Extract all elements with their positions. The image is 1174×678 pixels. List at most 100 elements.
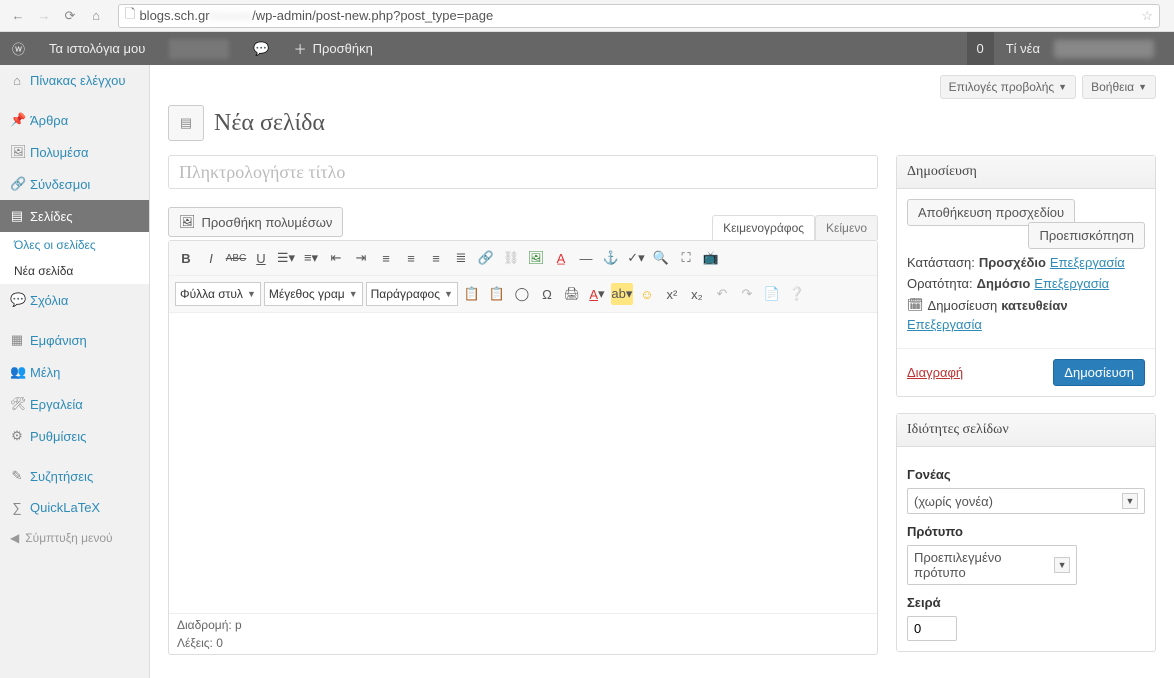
trash-link[interactable]: Διαγραφή (907, 365, 963, 380)
bookmark-star-icon[interactable]: ☆ (1141, 8, 1153, 24)
title-input[interactable] (168, 155, 878, 189)
site-name-blurred[interactable] (157, 32, 241, 65)
media-icon: 🖼 (10, 144, 24, 160)
video-button[interactable]: 📺 (700, 247, 722, 269)
wp-more-button[interactable]: 📄 (761, 283, 783, 305)
preview-button[interactable]: Προεπισκόπηση (1028, 222, 1145, 249)
edit-status-link[interactable]: Επεξεργασία (1050, 255, 1125, 270)
my-blogs[interactable]: Τα ιστολόγια μου (37, 32, 157, 65)
forward-icon[interactable]: → (34, 6, 54, 26)
chevron-down-icon: ▼ (1058, 82, 1067, 92)
editor: B I ABC U ☰▾ ≡▾ ⇤ ⇥ ≡ ≡ ≡ ≣ 🔗 ⛓ (168, 240, 878, 655)
sub-button[interactable]: x₂ (686, 283, 708, 305)
parent-select[interactable]: (χωρίς γονέα)▼ (907, 488, 1145, 514)
editor-body[interactable] (169, 313, 877, 613)
reload-icon[interactable]: ⟳ (60, 6, 80, 26)
help-button[interactable]: Βοήθεια▼ (1082, 75, 1156, 99)
screen-options-button[interactable]: Επιλογές προβολής▼ (940, 75, 1076, 99)
paste-text-button[interactable]: 📋 (486, 283, 508, 305)
status-value: Προσχέδιο (979, 255, 1046, 270)
undo-button[interactable]: ↶ (711, 283, 733, 305)
collapse-menu[interactable]: ◀Σύμπτυξη μενού (0, 523, 149, 553)
menu-media[interactable]: 🖼Πολυμέσα (0, 136, 149, 168)
menu-links[interactable]: 🔗Σύνδεσμοι (0, 168, 149, 200)
charmap-button[interactable]: Ω (536, 283, 558, 305)
underline-button[interactable]: U (250, 247, 272, 269)
print-button[interactable]: 🖨 (561, 283, 583, 305)
menu-users[interactable]: 👥Μέλη (0, 356, 149, 388)
style-select[interactable]: Φύλλα στυλ▼ (175, 282, 261, 306)
menu-pages[interactable]: ▤Σελίδες (0, 200, 149, 232)
menu-posts[interactable]: 📌Άρθρα (0, 104, 149, 136)
redo-button[interactable]: ↷ (736, 283, 758, 305)
spellcheck-button[interactable]: ✓▾ (625, 247, 647, 269)
comments-icon[interactable]: 💬 (241, 32, 281, 65)
number-list-button[interactable]: ≡▾ (300, 247, 322, 269)
align-right-button[interactable]: ≡ (425, 247, 447, 269)
publish-title: Δημοσίευση (897, 156, 1155, 189)
parent-label: Γονέας (907, 467, 1145, 482)
strike-button[interactable]: ABC (225, 247, 247, 269)
page-attributes-box: Ιδιότητες σελίδων Γονέας (χωρίς γονέα)▼ … (896, 413, 1156, 652)
tab-visual[interactable]: Κειμενογράφος (712, 215, 815, 240)
fullscreen-button[interactable]: ⛶ (675, 247, 697, 269)
new-button[interactable]: ＋Προσθήκη (282, 32, 385, 65)
chevron-down-icon: ▼ (1054, 557, 1070, 573)
visibility-value: Δημόσιο (977, 276, 1031, 291)
bullet-list-button[interactable]: ☰▾ (275, 247, 297, 269)
wp-logo-icon[interactable]: ⓦ (0, 32, 37, 65)
bold-button[interactable]: B (175, 247, 197, 269)
template-select[interactable]: Προεπιλεγμένο πρότυπο▼ (907, 545, 1077, 585)
order-input[interactable] (907, 616, 957, 641)
media-icon: 🖼 (179, 214, 196, 230)
plus-icon: ＋ (294, 39, 307, 58)
italic-button[interactable]: I (200, 247, 222, 269)
textcolor-button[interactable]: A̲ (550, 247, 572, 269)
menu-appearance[interactable]: ▦Εμφάνιση (0, 324, 149, 356)
updates-count[interactable]: 0 (967, 32, 994, 65)
outdent-button[interactable]: ⇤ (325, 247, 347, 269)
menu-comments[interactable]: 💬Σχόλια (0, 284, 149, 316)
paste-button[interactable]: 📋 (461, 283, 483, 305)
chevron-down-icon: ▼ (1122, 493, 1138, 509)
submenu-new-page[interactable]: Νέα σελίδα (0, 258, 149, 284)
editor-path: Διαδρομή: p (169, 613, 877, 636)
menu-discussions[interactable]: ✎Συζητήσεις (0, 460, 149, 492)
whats-new[interactable]: Τί νέα (994, 32, 1174, 65)
add-media-button[interactable]: 🖼 Προσθήκη πολυμέσων (168, 207, 343, 237)
anchor-button[interactable]: ⚓ (600, 247, 622, 269)
back-icon[interactable]: ← (8, 6, 28, 26)
format-select[interactable]: Παράγραφος▼ (366, 282, 458, 306)
link-button[interactable]: 🔗 (475, 247, 497, 269)
menu-tools[interactable]: 🛠Εργαλεία (0, 388, 149, 420)
unlink-button[interactable]: ⛓ (500, 247, 522, 269)
edit-visibility-link[interactable]: Επεξεργασία (1034, 276, 1109, 291)
page-icon: 🗋 (125, 5, 135, 27)
comment-icon: 💬 (10, 292, 24, 308)
publish-button[interactable]: Δημοσίευση (1053, 359, 1145, 386)
url-bar[interactable]: 🗋 blogs.sch.gr/xxxxxx/wp-admin/post-new.… (118, 4, 1160, 28)
sup-button[interactable]: x² (661, 283, 683, 305)
emoji-button[interactable]: ☺ (636, 283, 658, 305)
menu-quicklatex[interactable]: ∑QuickLaTeX (0, 492, 149, 523)
fontsize-select[interactable]: Μέγεθος γραμ▼ (264, 282, 363, 306)
hr-button[interactable]: — (575, 247, 597, 269)
indent-button[interactable]: ⇥ (350, 247, 372, 269)
help-icon[interactable]: ❔ (786, 283, 808, 305)
image-button[interactable]: 🖼 (525, 247, 547, 269)
edit-date-link[interactable]: Επεξεργασία (907, 317, 982, 332)
home-icon[interactable]: ⌂ (86, 6, 106, 26)
tab-text[interactable]: Κείμενο (815, 215, 878, 240)
find-button[interactable]: 🔍 (650, 247, 672, 269)
forecolor-button[interactable]: A▾ (586, 283, 608, 305)
menu-dashboard[interactable]: ⌂Πίνακας ελέγχου (0, 65, 149, 96)
backcolor-button[interactable]: ab▾ (611, 283, 633, 305)
chevron-down-icon: ▼ (1138, 82, 1147, 92)
order-label: Σειρά (907, 595, 1145, 610)
menu-settings[interactable]: ⚙Ρυθμίσεις (0, 420, 149, 452)
align-left-button[interactable]: ≡ (375, 247, 397, 269)
align-center-button[interactable]: ≡ (400, 247, 422, 269)
align-justify-button[interactable]: ≣ (450, 247, 472, 269)
clear-format-button[interactable]: ◯ (511, 283, 533, 305)
submenu-all-pages[interactable]: Όλες οι σελίδες (0, 232, 149, 258)
